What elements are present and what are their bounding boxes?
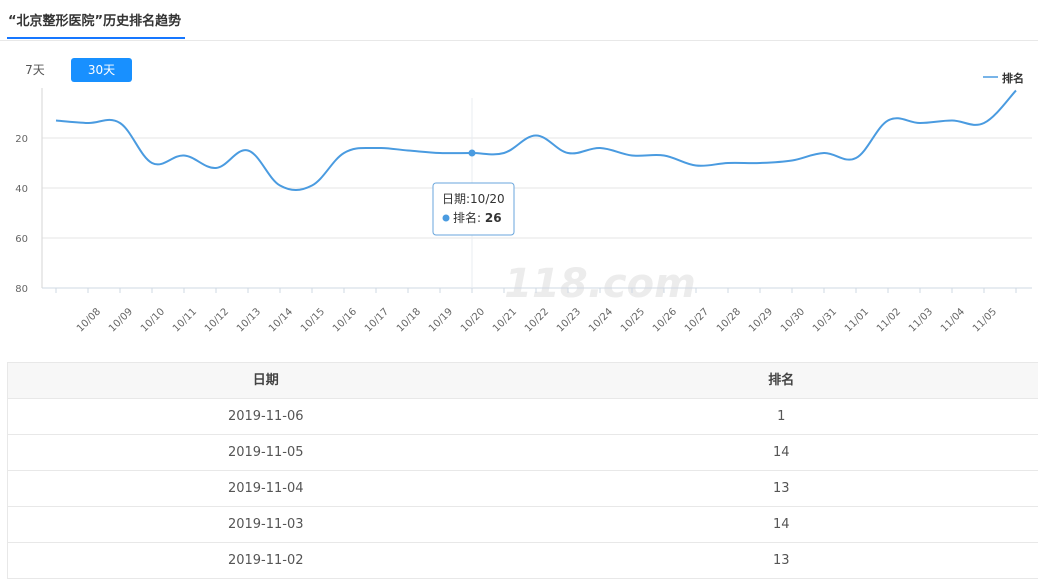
- header-date: 日期: [8, 363, 524, 398]
- tab-title[interactable]: “北京整形医院”历史排名趋势: [8, 10, 181, 29]
- cell-date: 2019-11-05: [8, 435, 524, 470]
- x-tick-label: 10/15: [299, 306, 327, 334]
- cell-date: 2019-11-06: [8, 399, 524, 434]
- x-tick-label: 11/01: [843, 306, 871, 334]
- x-tick-label: 10/12: [203, 306, 231, 334]
- tab-bar: “北京整形医院”历史排名趋势: [0, 0, 1038, 41]
- x-tick-label: 10/23: [555, 306, 583, 334]
- cell-rank: 1: [524, 399, 1038, 434]
- x-tick-label: 10/16: [331, 306, 359, 334]
- tooltip-date: 日期:10/20: [442, 192, 505, 206]
- x-tick-label: 11/04: [939, 306, 967, 334]
- x-tick-label: 11/05: [971, 306, 999, 334]
- x-tick-label: 10/31: [811, 306, 839, 334]
- active-tab-indicator: [7, 37, 185, 39]
- x-tick-label: 10/20: [459, 306, 487, 334]
- cell-rank: 13: [524, 471, 1038, 506]
- y-tick-label: 60: [15, 234, 28, 245]
- legend-label: 排名: [1002, 71, 1024, 85]
- table-row: 2019-11-02 13: [8, 543, 1038, 579]
- x-tick-label: 10/24: [587, 306, 615, 334]
- series-line-rank: [56, 91, 1016, 191]
- table-row: 2019-11-06 1: [8, 399, 1038, 435]
- x-tick-label: 10/09: [107, 306, 135, 334]
- x-tick-label: 10/13: [235, 306, 263, 334]
- tooltip-value: 排名: 26: [453, 210, 502, 225]
- header-rank: 排名: [524, 363, 1038, 398]
- y-tick-label: 80: [15, 284, 28, 295]
- x-tick-label: 10/14: [267, 306, 295, 334]
- tooltip-series-marker: [443, 215, 450, 222]
- y-tick-label: 40: [15, 184, 28, 195]
- watermark-text: 118.com: [504, 261, 696, 307]
- x-tick-label: 10/11: [171, 306, 199, 334]
- ranking-trend-chart: 118.com 20 40 60 80 10/0810/0910/1010/1110/12…: [0, 70, 1038, 352]
- x-tick-label: 11/02: [875, 306, 903, 334]
- highlighted-data-point: [469, 150, 476, 157]
- x-tick-label: 10/26: [651, 306, 679, 334]
- ranking-table: 日期 排名 2019-11-06 1 2019-11-05 14 2019-11…: [7, 362, 1038, 579]
- x-tick-label: 10/27: [683, 306, 711, 334]
- table-row: 2019-11-05 14: [8, 435, 1038, 471]
- y-tick-label: 20: [15, 134, 28, 145]
- x-tick-label: 10/17: [363, 306, 391, 334]
- x-tick-label: 10/18: [395, 306, 423, 334]
- x-tick-label: 10/19: [427, 306, 455, 334]
- tooltip-box: [433, 183, 514, 235]
- cell-rank: 14: [524, 435, 1038, 470]
- x-tick-label: 11/03: [907, 306, 935, 334]
- table-header-row: 日期 排名: [8, 363, 1038, 399]
- x-tick-label: 10/08: [75, 306, 103, 334]
- table-row: 2019-11-03 14: [8, 507, 1038, 543]
- x-tick-label: 10/10: [139, 306, 167, 334]
- x-tick-label: 10/28: [715, 306, 743, 334]
- cell-date: 2019-11-04: [8, 471, 524, 506]
- cell-date: 2019-11-03: [8, 507, 524, 542]
- x-tick-label: 10/30: [779, 306, 807, 334]
- x-tick-label: 10/29: [747, 306, 775, 334]
- x-tick-label: 10/25: [619, 306, 647, 334]
- x-tick-label: 10/22: [523, 306, 551, 334]
- table-row: 2019-11-04 13: [8, 471, 1038, 507]
- cell-rank: 14: [524, 507, 1038, 542]
- x-tick-label: 10/21: [491, 306, 519, 334]
